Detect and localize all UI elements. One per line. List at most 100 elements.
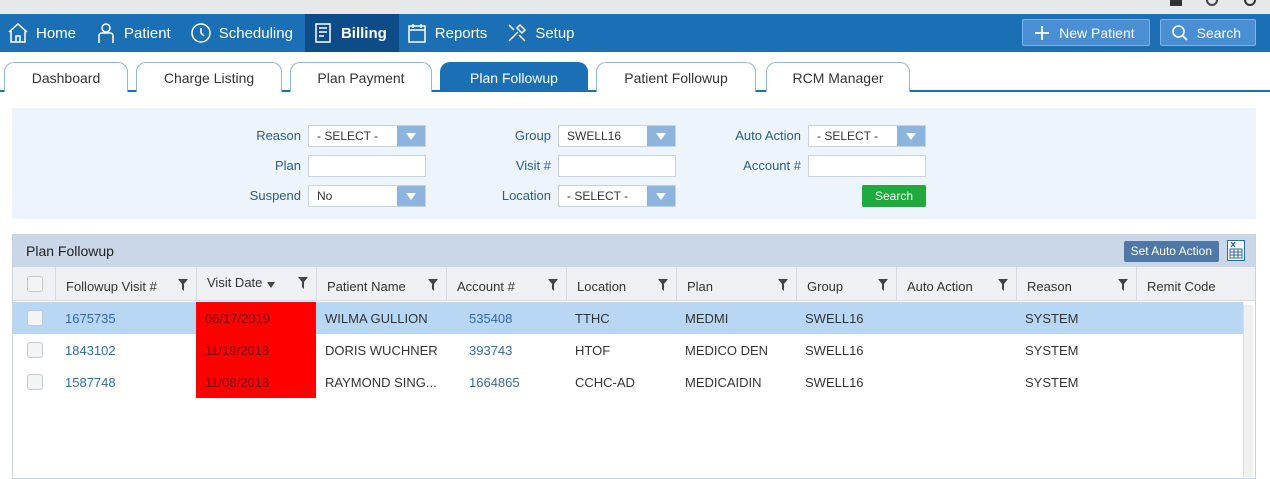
tab-charge-listing[interactable]: Charge Listing	[136, 62, 282, 92]
filter-search-button[interactable]: Search	[862, 185, 926, 207]
visit-date-cell: 11/19/2018	[196, 334, 316, 366]
set-auto-action-button[interactable]: Set Auto Action	[1123, 241, 1219, 262]
tab-label: Plan Payment	[317, 69, 405, 86]
visit-input[interactable]	[558, 155, 676, 177]
location: HTOF	[575, 343, 611, 358]
account-input[interactable]	[808, 155, 926, 177]
tab-label: Charge Listing	[163, 69, 255, 86]
group: SWELL16	[805, 343, 864, 358]
account-label: Account #	[743, 158, 801, 173]
chevron-down-icon[interactable]	[397, 186, 425, 206]
col-label: Patient Name	[327, 279, 406, 294]
filter-icon[interactable]	[428, 279, 438, 291]
tab-dashboard[interactable]: Dashboard	[4, 62, 128, 92]
patient-name: RAYMOND SING...	[325, 375, 437, 390]
col-reason[interactable]: Reason	[1016, 267, 1136, 301]
patient-name: WILMA GULLION	[325, 311, 428, 326]
nav-patient[interactable]: Patient	[88, 14, 183, 52]
column-headers: Followup Visit # Visit Date Patient Name…	[13, 267, 1255, 301]
col-visit-date[interactable]: Visit Date	[196, 267, 316, 301]
col-followup-visit[interactable]: Followup Visit #	[55, 267, 196, 301]
filter-icon[interactable]	[778, 279, 788, 291]
followup-visit-link[interactable]: 1675735	[65, 311, 116, 326]
plan: MEDMI	[685, 311, 729, 326]
table-row[interactable]: 1675735 06/17/2019 WILMA GULLION 535408 …	[13, 302, 1243, 334]
filter-icon[interactable]	[548, 279, 558, 291]
nav-billing-label: Billing	[340, 24, 387, 42]
nav-home[interactable]: Home	[0, 14, 88, 52]
location: TTHC	[575, 311, 610, 326]
plan-followup-grid: Plan Followup Set Auto Action Followup V…	[12, 234, 1256, 479]
location-value: - SELECT -	[567, 189, 629, 203]
tab-rcm-manager[interactable]: RCM Manager	[766, 62, 910, 92]
autoaction-select[interactable]: - SELECT -	[808, 125, 926, 147]
col-location[interactable]: Location	[566, 267, 676, 301]
reason-select[interactable]: - SELECT -	[308, 125, 426, 147]
power-icon[interactable]	[1244, 0, 1256, 6]
followup-visit-link[interactable]: 1843102	[65, 343, 116, 358]
group: SWELL16	[805, 311, 864, 326]
excel-export-icon[interactable]	[1227, 240, 1245, 261]
account-link[interactable]: 535408	[469, 311, 512, 326]
col-plan[interactable]: Plan	[676, 267, 796, 301]
filter-icon[interactable]	[998, 279, 1008, 291]
reason: SYSTEM	[1025, 311, 1079, 326]
plan: MEDICAIDIN	[685, 375, 762, 390]
filter-icon[interactable]	[178, 279, 188, 291]
location: CCHC-AD	[575, 375, 635, 390]
table-row[interactable]: 1843102 11/19/2018 DORIS WUCHNER 393743 …	[13, 334, 1243, 366]
chevron-down-icon[interactable]	[647, 126, 675, 146]
tab-plan-followup[interactable]: Plan Followup	[440, 62, 588, 92]
suspend-select[interactable]: No	[308, 185, 426, 207]
chevron-down-icon[interactable]	[897, 126, 925, 146]
reason: SYSTEM	[1025, 375, 1079, 390]
visit-label: Visit #	[515, 158, 551, 173]
row-checkbox[interactable]	[27, 310, 43, 326]
visit-date-cell: 06/17/2019	[196, 302, 316, 334]
col-auto-action[interactable]: Auto Action	[896, 267, 1016, 301]
top-strip	[0, 0, 1270, 14]
filter-icon[interactable]	[1118, 279, 1128, 291]
col-label: Followup Visit #	[66, 279, 157, 294]
filter-icon[interactable]	[298, 277, 308, 289]
filter-icon[interactable]	[878, 279, 888, 291]
account-link[interactable]: 393743	[469, 343, 512, 358]
home-icon	[8, 22, 28, 43]
gear-icon[interactable]	[1206, 0, 1218, 6]
account-link[interactable]: 1664865	[469, 375, 520, 390]
chevron-down-icon[interactable]	[397, 126, 425, 146]
col-label: Visit Date	[207, 275, 263, 290]
nav-reports[interactable]: Reports	[399, 14, 500, 52]
select-all-checkbox[interactable]	[27, 276, 43, 292]
col-group[interactable]: Group	[796, 267, 896, 301]
tab-plan-payment[interactable]: Plan Payment	[290, 62, 432, 92]
col-patient-name[interactable]: Patient Name	[316, 267, 446, 301]
filter-icon[interactable]	[658, 279, 668, 291]
col-remit-code[interactable]: Remit Code	[1136, 267, 1244, 301]
col-label: Remit Code	[1147, 279, 1216, 294]
vertical-scrollbar[interactable]	[1243, 305, 1253, 477]
billing-icon	[315, 23, 331, 43]
tab-patient-followup[interactable]: Patient Followup	[596, 62, 756, 92]
col-label: Auto Action	[907, 279, 973, 294]
plan-input[interactable]	[308, 155, 426, 177]
nav-scheduling[interactable]: Scheduling	[183, 14, 305, 52]
nav-setup-label: Setup	[535, 24, 575, 42]
row-checkbox[interactable]	[27, 374, 43, 390]
group-select[interactable]: SWELL16	[558, 125, 676, 147]
nav-setup[interactable]: Setup	[499, 14, 586, 52]
nav-scheduling-label: Scheduling	[218, 24, 293, 42]
row-checkbox[interactable]	[27, 342, 43, 358]
new-patient-button[interactable]: New Patient	[1022, 19, 1150, 46]
chevron-down-icon[interactable]	[647, 186, 675, 206]
nav-billing[interactable]: Billing	[304, 14, 399, 52]
table-row[interactable]: 1587748 11/08/2018 RAYMOND SING... 16648…	[13, 366, 1243, 398]
followup-visit-link[interactable]: 1587748	[65, 375, 116, 390]
col-account[interactable]: Account #	[446, 267, 566, 301]
search-button[interactable]: Search	[1159, 19, 1256, 46]
help-icon[interactable]	[1170, 0, 1182, 6]
col-label: Plan	[687, 279, 714, 294]
tools-icon	[508, 23, 527, 42]
filter-panel: Reason - SELECT - Plan Suspend No Group …	[12, 108, 1256, 219]
location-select[interactable]: - SELECT -	[558, 185, 676, 207]
